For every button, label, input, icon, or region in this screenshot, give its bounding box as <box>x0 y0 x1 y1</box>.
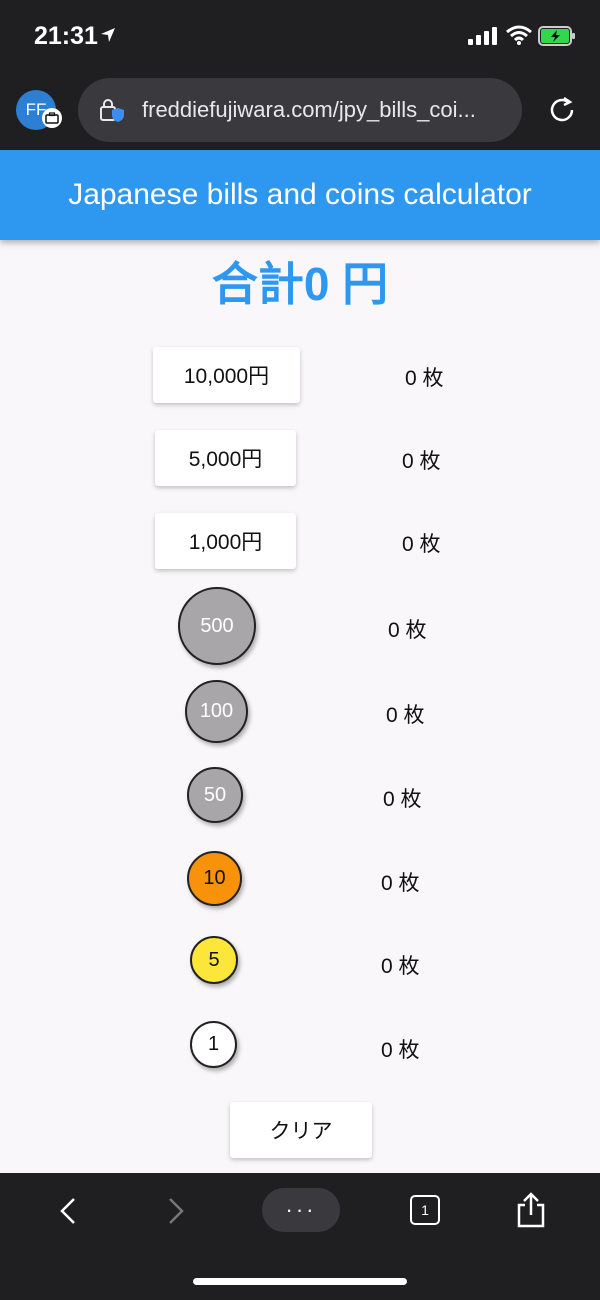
coin-10-button[interactable]: 10 <box>187 851 242 906</box>
clear-button[interactable]: クリア <box>230 1102 372 1158</box>
total-amount: 合計0 円 <box>211 258 389 310</box>
lock-shield-icon <box>100 99 124 122</box>
reload-icon[interactable] <box>544 92 580 128</box>
coin-100-count: 0 枚 <box>386 704 425 727</box>
bill-10000-button[interactable]: 10,000円 <box>153 347 300 403</box>
status-time: 21:31 <box>34 22 98 50</box>
coin-1-button[interactable]: 1 <box>190 1021 237 1068</box>
coin-500-button[interactable]: 500 <box>178 587 256 665</box>
forward-icon[interactable] <box>164 1195 188 1227</box>
browser-toolbar: ··· 1 <box>0 1173 600 1300</box>
bill-10000-count: 0 枚 <box>405 367 444 390</box>
work-profile-badge-icon <box>42 108 62 128</box>
web-page: Japanese bills and coins calculator 合計0 … <box>0 150 600 1173</box>
coin-5-count: 0 枚 <box>381 955 420 978</box>
url-text: freddiefujiwara.com/jpy_bills_coi... <box>142 97 476 122</box>
coin-1-count: 0 枚 <box>381 1039 420 1062</box>
coin-10-count: 0 枚 <box>381 872 420 895</box>
cellular-signal-icon <box>468 27 497 45</box>
home-indicator <box>193 1278 407 1285</box>
address-bar[interactable]: freddiefujiwara.com/jpy_bills_coi... <box>78 78 522 142</box>
more-menu-button[interactable]: ··· <box>262 1188 340 1232</box>
wifi-icon <box>506 25 532 45</box>
app-title: Japanese bills and coins calculator <box>68 178 532 211</box>
coin-100-button[interactable]: 100 <box>185 680 248 743</box>
coin-50-button[interactable]: 50 <box>187 767 243 823</box>
bill-1000-count: 0 枚 <box>402 533 441 556</box>
tab-count-button[interactable]: 1 <box>410 1195 440 1225</box>
battery-charging-icon <box>538 26 575 46</box>
coin-500-count: 0 枚 <box>388 619 427 642</box>
share-icon[interactable] <box>514 1191 548 1229</box>
bill-1000-button[interactable]: 1,000円 <box>155 513 296 569</box>
status-bar: 21:31 <box>0 0 600 72</box>
location-arrow-icon <box>101 28 115 42</box>
back-icon[interactable] <box>56 1195 80 1227</box>
app-header: Japanese bills and coins calculator <box>0 150 600 240</box>
bill-5000-count: 0 枚 <box>402 450 441 473</box>
bill-5000-button[interactable]: 5,000円 <box>155 430 296 486</box>
coin-5-button[interactable]: 5 <box>190 936 238 984</box>
coin-50-count: 0 枚 <box>383 788 422 811</box>
